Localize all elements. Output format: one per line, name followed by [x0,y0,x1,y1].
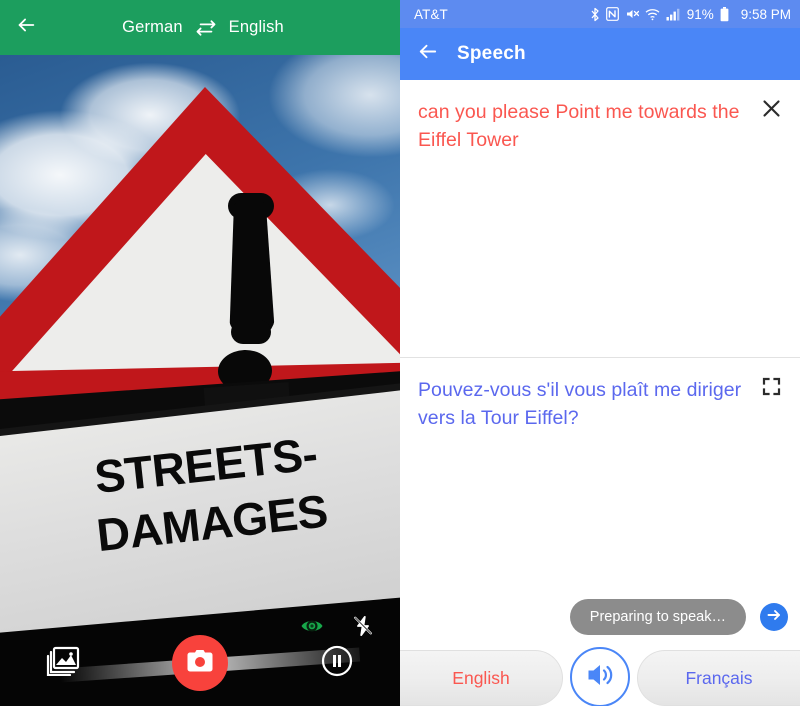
gallery-button[interactable] [46,646,80,681]
speech-translate-panel: AT&T 91% 9:58 PM Speech can you please P… [400,0,800,706]
language-selector[interactable]: German English [52,0,400,55]
camera-header: German English [0,0,400,55]
camera-translate-panel: STREETS- DAMAGES German English [0,0,400,706]
pause-button[interactable] [320,644,354,683]
camera-controls [0,620,400,706]
language-button-right[interactable]: Français [637,650,800,706]
camera-viewfinder[interactable]: STREETS- DAMAGES [0,55,400,706]
warning-triangle-white [4,149,400,375]
toast-row: Preparing to speak… [400,590,800,644]
send-button[interactable] [760,603,788,631]
fullscreen-icon [762,377,781,401]
speaker-button[interactable] [570,647,630,706]
close-icon [762,99,781,123]
target-language-label[interactable]: English [229,18,284,37]
signal-icon [666,8,680,21]
language-bar: English Français [400,647,800,706]
nfc-icon [605,7,619,21]
battery-percent-label: 91% [686,6,714,22]
source-text-pane[interactable]: can you please Point me towards the Eiff… [400,80,800,357]
status-icons: 91% 9:58 PM [590,6,791,22]
pause-circle-icon [320,644,354,683]
back-button[interactable] [416,40,439,68]
fullscreen-button[interactable] [756,374,786,404]
carrier-label: AT&T [414,6,448,22]
mute-icon [625,7,639,21]
battery-icon [720,6,729,22]
arrow-left-icon [15,14,37,41]
source-text: can you please Point me towards the Eiff… [418,101,740,151]
gallery-icon [46,646,80,681]
exclamation-mark-stem-end [231,320,271,344]
mic-button-wrap [563,647,637,706]
app-screen: STREETS- DAMAGES German English AT&T 91%… [0,0,800,706]
clear-source-button[interactable] [756,96,786,126]
page-title: Speech [457,43,526,64]
shutter-button[interactable] [172,635,228,691]
target-text-pane[interactable]: Pouvez-vous s'il vous plaît me diriger v… [400,357,800,624]
target-text: Pouvez-vous s'il vous plaît me diriger v… [418,379,742,429]
bluetooth-icon [590,7,600,22]
speaker-icon [585,661,615,694]
app-bar: Speech [400,28,800,80]
swap-horizontal-icon[interactable] [195,19,217,37]
clock-label: 9:58 PM [740,6,791,22]
camera-back-button[interactable] [0,0,52,55]
arrow-right-circle-icon [765,606,783,629]
source-language-label[interactable]: German [122,18,183,37]
status-toast: Preparing to speak… [569,599,746,635]
status-bar: AT&T 91% 9:58 PM [400,0,800,28]
camera-icon [187,649,213,678]
wifi-icon [645,8,660,21]
language-button-left[interactable]: English [400,650,563,706]
